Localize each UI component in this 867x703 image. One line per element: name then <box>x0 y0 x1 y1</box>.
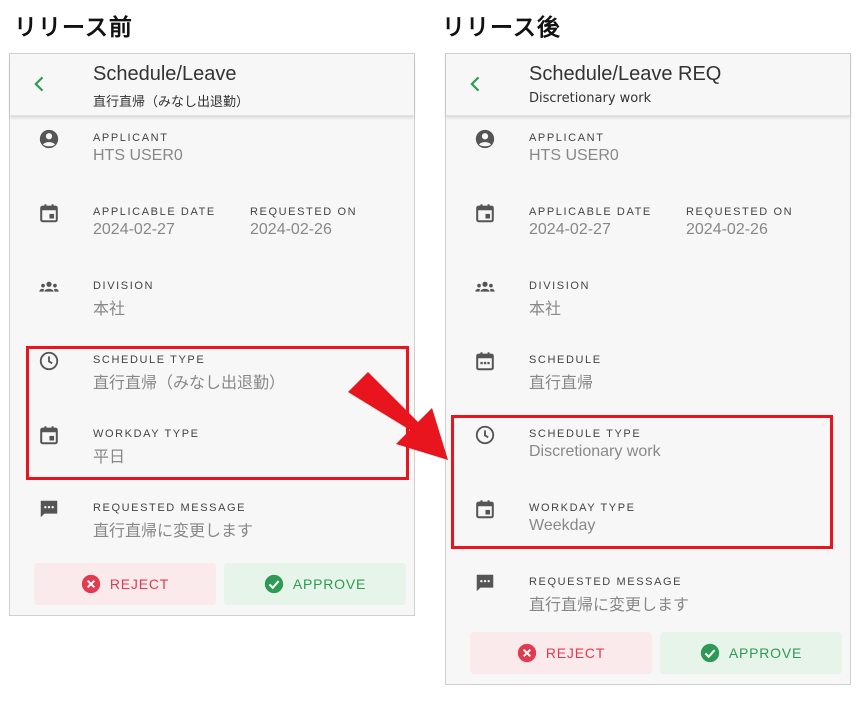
schedule-label: SCHEDULE <box>529 354 602 366</box>
schedule-value: 直行直帰 <box>529 375 594 392</box>
requested-on-value: 2024-02-26 <box>250 221 332 238</box>
arrow-icon <box>348 372 448 460</box>
cancel-circle-icon <box>81 574 101 594</box>
page-subtitle: 直行直帰（みなし出退勤） <box>93 95 250 110</box>
chevron-left-icon[interactable] <box>30 74 50 94</box>
division-label: DIVISION <box>529 280 591 292</box>
requested-message-row: REQUESTED MESSAGE 直行直帰に変更します <box>446 560 850 634</box>
requested-on-label: REQUESTED ON <box>250 206 358 218</box>
caption-before: リリース前 <box>14 15 133 41</box>
requested-message-label: REQUESTED MESSAGE <box>93 502 247 514</box>
approve-label: APPROVE <box>292 576 367 592</box>
schedule-type-row: SCHEDULE TYPE Discretionary work <box>446 412 850 486</box>
division-value: 本社 <box>93 301 126 318</box>
group-icon <box>38 276 60 298</box>
calendar-icon <box>474 498 496 520</box>
action-buttons: REJECT APPROVE <box>34 563 406 605</box>
group-icon <box>474 276 496 298</box>
action-buttons: REJECT APPROVE <box>470 632 842 674</box>
approve-label: APPROVE <box>728 645 803 661</box>
workday-type-value: 平日 <box>93 449 126 466</box>
workday-type-value: Weekday <box>529 517 596 534</box>
reject-label: REJECT <box>109 576 170 592</box>
schedule-row: SCHEDULE 直行直帰 <box>446 338 850 412</box>
approve-button[interactable]: APPROVE <box>224 563 406 605</box>
date-row: APPLICABLE DATE 2024-02-27 REQUESTED ON … <box>446 190 850 264</box>
reject-button[interactable]: REJECT <box>34 563 216 605</box>
account-circle-icon <box>474 128 496 150</box>
clock-icon <box>38 350 60 372</box>
applicant-value: HTS USER0 <box>529 147 619 164</box>
requested-message-value: 直行直帰に変更します <box>529 597 690 614</box>
date-row: APPLICABLE DATE 2024-02-27 REQUESTED ON … <box>10 190 414 264</box>
reject-label: REJECT <box>545 645 606 661</box>
calendar-dots-icon <box>474 350 496 372</box>
app-header: Schedule/Leave REQ Discretionary work <box>446 54 850 116</box>
approve-button[interactable]: APPROVE <box>660 632 842 674</box>
account-circle-icon <box>38 128 60 150</box>
cancel-circle-icon <box>517 643 537 663</box>
requested-on-label: REQUESTED ON <box>686 206 794 218</box>
chevron-left-icon[interactable] <box>466 74 486 94</box>
division-row: DIVISION 本社 <box>446 264 850 338</box>
applicant-label: APPLICANT <box>529 132 605 144</box>
workday-type-label: WORKDAY TYPE <box>93 428 200 440</box>
applicable-date-value: 2024-02-27 <box>529 221 611 238</box>
calendar-icon <box>474 202 496 224</box>
message-icon <box>38 498 60 520</box>
schedule-type-label: SCHEDULE TYPE <box>529 428 642 440</box>
screen-before: Schedule/Leave 直行直帰（みなし出退勤） APPLICANT HT… <box>9 53 415 616</box>
schedule-type-label: SCHEDULE TYPE <box>93 354 206 366</box>
applicant-row: APPLICANT HTS USER0 <box>10 116 414 190</box>
requested-message-value: 直行直帰に変更します <box>93 523 254 540</box>
applicable-date-value: 2024-02-27 <box>93 221 175 238</box>
requested-message-label: REQUESTED MESSAGE <box>529 576 683 588</box>
workday-type-row: WORKDAY TYPE Weekday <box>446 486 850 560</box>
applicable-date-label: APPLICABLE DATE <box>93 206 216 218</box>
schedule-type-value: 直行直帰（みなし出退勤） <box>93 375 286 392</box>
applicable-date-label: APPLICABLE DATE <box>529 206 652 218</box>
division-value: 本社 <box>529 301 562 318</box>
screen-after: Schedule/Leave REQ Discretionary work AP… <box>445 53 851 685</box>
requested-message-row: REQUESTED MESSAGE 直行直帰に変更します <box>10 486 414 560</box>
schedule-type-value: Discretionary work <box>529 443 661 460</box>
division-label: DIVISION <box>93 280 155 292</box>
page-title: Schedule/Leave REQ <box>529 63 722 85</box>
page-subtitle: Discretionary work <box>529 91 652 106</box>
calendar-icon <box>38 202 60 224</box>
app-header: Schedule/Leave 直行直帰（みなし出退勤） <box>10 54 414 116</box>
check-circle-icon <box>700 643 720 663</box>
workday-type-label: WORKDAY TYPE <box>529 502 636 514</box>
calendar-icon <box>38 424 60 446</box>
applicant-row: APPLICANT HTS USER0 <box>446 116 850 190</box>
page-title: Schedule/Leave <box>93 63 237 85</box>
requested-on-value: 2024-02-26 <box>686 221 768 238</box>
applicant-value: HTS USER0 <box>93 147 183 164</box>
caption-after: リリース後 <box>442 15 561 41</box>
applicant-label: APPLICANT <box>93 132 169 144</box>
division-row: DIVISION 本社 <box>10 264 414 338</box>
message-icon <box>474 572 496 594</box>
check-circle-icon <box>264 574 284 594</box>
reject-button[interactable]: REJECT <box>470 632 652 674</box>
clock-icon <box>474 424 496 446</box>
